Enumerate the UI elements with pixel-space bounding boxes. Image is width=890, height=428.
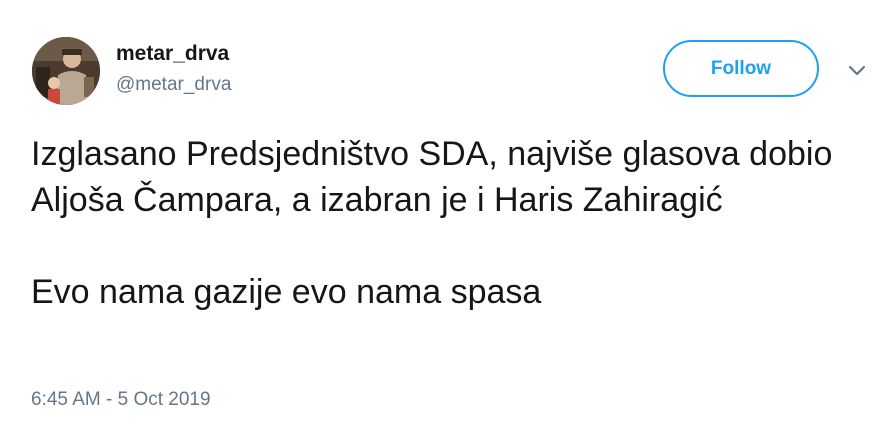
user-info: metar_drva @metar_drva [116,41,231,98]
avatar[interactable] [32,37,100,105]
tweet-text: Izglasano Predsjedništvo SDA, najviše gl… [31,131,871,315]
display-name[interactable]: metar_drva [116,41,231,67]
tweet-paragraph: Izglasano Predsjedništvo SDA, najviše gl… [31,135,833,219]
user-handle[interactable]: @metar_drva [116,72,231,98]
tweet-paragraph: Evo nama gazije evo nama spasa [31,273,542,311]
follow-button[interactable]: Follow [663,40,819,97]
chevron-down-icon[interactable] [846,62,868,78]
tweet-card: metar_drva @metar_drva Follow Izglasano … [0,0,890,428]
avatar-photo-icon [32,37,100,105]
tweet-timestamp[interactable]: 6:45 AM - 5 Oct 2019 [31,388,211,412]
